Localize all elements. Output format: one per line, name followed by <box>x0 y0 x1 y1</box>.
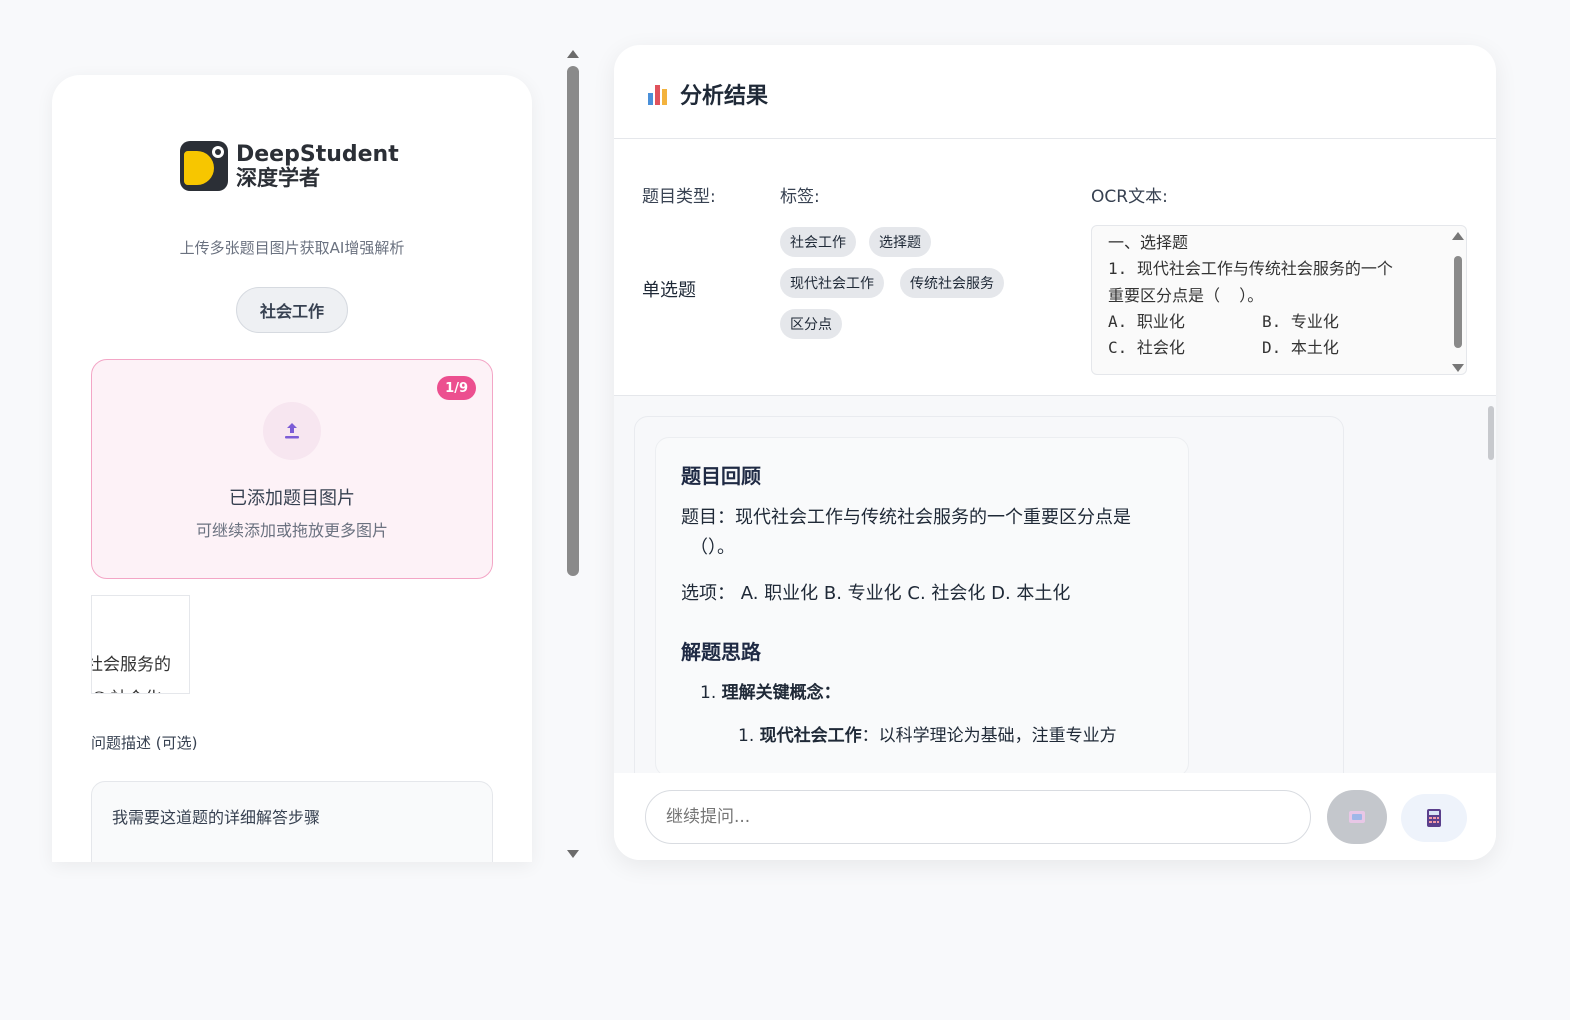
scrollbar-thumb[interactable] <box>1488 406 1494 460</box>
question-text: 题目：现代社会工作与传统社会服务的一个重要区分点是 <box>681 507 1131 528</box>
upload-icon <box>263 402 321 460</box>
ocr-line: 1. 现代社会工作与传统社会服务的一个 <box>1108 259 1393 278</box>
description-label: 问题描述 (可选) <box>91 734 198 752</box>
page-subtitle: 上传多张题目图片获取AI增强解析 <box>179 239 405 257</box>
scroll-up-icon[interactable] <box>1452 232 1464 240</box>
tag-chip: 区分点 <box>780 309 842 339</box>
options-text: 选项： A. 职业化 B. 专业化 C. 社会化 D. 本土化 <box>681 583 1071 604</box>
sub-step-item: 1. 现代社会工作：以科学理论为基础，注重专业方 <box>738 721 1117 751</box>
tags-label: 标签: <box>780 187 820 207</box>
description-textarea[interactable]: 我需要这道题的详细解答步骤 <box>91 781 493 862</box>
sub-step-text: ：以科学理论为基础，注重专业方 <box>861 726 1117 746</box>
approach-heading: 解题思路 <box>681 640 761 664</box>
thumbnail-text: C 社会化 <box>92 684 161 693</box>
result-title: 分析结果 <box>680 84 769 109</box>
image-upload-dropzone[interactable]: 1/9 已添加题目图片 可继续添加或拖放更多图片 <box>91 359 493 579</box>
analysis-scroll-area[interactable]: 题目回顾 题目：现代社会工作与传统社会服务的一个重要区分点是 （）。 选项： A… <box>614 395 1496 796</box>
panel-scrollbar[interactable] <box>566 48 580 860</box>
analysis-panel: 分析结果 题目类型: 单选题 标签: 社会工作 选择题 现代社会工作 传统社会服… <box>614 45 1496 860</box>
scroll-down-icon[interactable] <box>1452 364 1464 372</box>
question-text-cont: （）。 <box>690 537 735 558</box>
send-button[interactable] <box>1327 790 1387 844</box>
logo-mark-icon <box>180 141 228 191</box>
image-count-badge: 1/9 <box>437 376 476 400</box>
ocr-line: 重要区分点是（ ）。 <box>1108 286 1264 305</box>
image-send-icon <box>1349 811 1365 823</box>
ocr-label: OCR文本: <box>1091 187 1168 207</box>
chat-input-bar <box>614 773 1496 860</box>
result-header: 分析结果 <box>614 45 1496 139</box>
ocr-textarea[interactable]: 一、选择题 1. 现代社会工作与传统社会服务的一个 重要区分点是（ ）。 A. … <box>1091 225 1467 375</box>
thumbnail-text: 社会服务的 <box>91 655 171 675</box>
scroll-up-icon[interactable] <box>567 50 579 58</box>
calculator-button[interactable] <box>1401 794 1467 842</box>
uploaded-image-thumbnail[interactable]: 社会服务的 C 社会化 <box>91 595 190 694</box>
sub-step-label: 现代社会工作 <box>759 726 862 746</box>
upload-title: 已添加题目图片 <box>229 488 355 509</box>
upload-hint: 可继续添加或拖放更多图片 <box>195 521 388 540</box>
step-item: 1. 理解关键概念： <box>700 678 841 708</box>
sub-step-number: 1. <box>738 726 755 746</box>
step-number: 1. <box>700 683 717 703</box>
follow-up-input[interactable] <box>645 790 1311 844</box>
tag-chip: 选择题 <box>869 227 931 257</box>
tag-chip: 现代社会工作 <box>780 268 884 298</box>
scrollbar-thumb[interactable] <box>567 66 579 576</box>
question-type-value: 单选题 <box>642 280 696 301</box>
bar-chart-icon <box>648 83 670 105</box>
tag-chip: 社会工作 <box>780 227 856 257</box>
step-label: 理解关键概念： <box>721 683 841 703</box>
logo-title: DeepStudent <box>236 142 399 168</box>
review-heading: 题目回顾 <box>681 464 761 488</box>
logo-subtitle: 深度学者 <box>236 165 320 190</box>
app-logo: DeepStudent 深度学者 <box>180 141 399 191</box>
ocr-scrollbar[interactable] <box>1452 230 1464 372</box>
calculator-icon <box>1427 809 1441 827</box>
question-type-label: 题目类型: <box>642 187 716 207</box>
scroll-down-icon[interactable] <box>567 850 579 858</box>
analysis-content: 题目回顾 题目：现代社会工作与传统社会服务的一个重要区分点是 （）。 选项： A… <box>655 437 1189 777</box>
scrollbar-thumb[interactable] <box>1454 256 1462 348</box>
analysis-message: 题目回顾 题目：现代社会工作与传统社会服务的一个重要区分点是 （）。 选项： A… <box>634 416 1344 796</box>
subject-selector[interactable]: 社会工作 <box>236 287 348 333</box>
upload-panel: DeepStudent 深度学者 上传多张题目图片获取AI增强解析 社会工作 1… <box>52 75 532 862</box>
ocr-line: A. 职业化 B. 专业化 <box>1108 312 1339 331</box>
tag-chip: 传统社会服务 <box>900 268 1004 298</box>
ocr-line: C. 社会化 D. 本土化 <box>1108 338 1339 357</box>
ocr-line: 一、选择题 <box>1108 233 1189 252</box>
